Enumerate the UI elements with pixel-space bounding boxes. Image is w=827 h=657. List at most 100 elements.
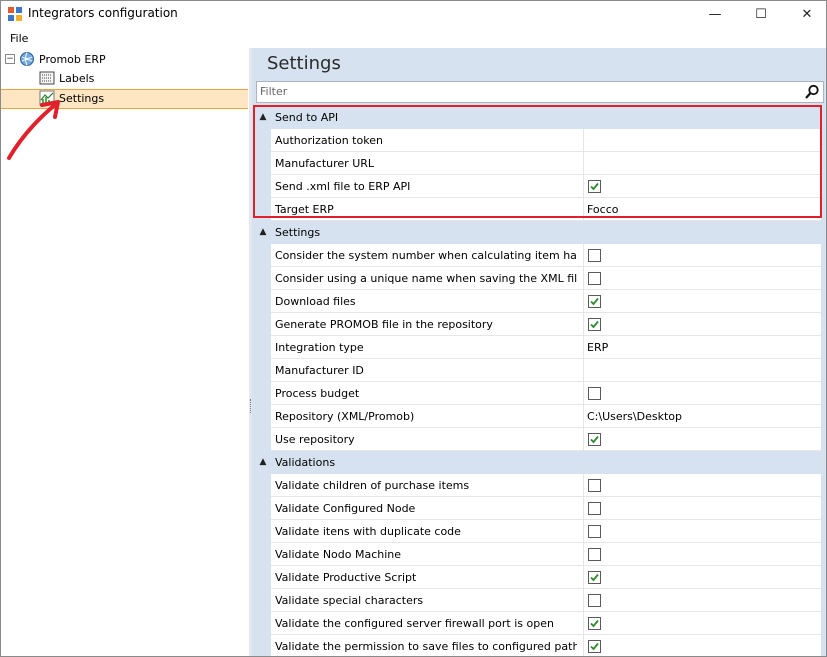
property-checkbox[interactable] <box>588 571 601 584</box>
column-divider <box>583 129 584 151</box>
property-name: Validate children of purchase items <box>275 479 470 492</box>
close-button[interactable]: ✕ <box>784 1 826 27</box>
property-checkbox[interactable] <box>588 479 601 492</box>
column-divider <box>583 336 584 358</box>
checkmark-icon <box>590 619 599 628</box>
property-row[interactable]: Download files <box>271 290 821 313</box>
property-row[interactable]: Validate the configured server firewall … <box>271 612 821 635</box>
property-row[interactable]: Consider the system number when calculat… <box>271 244 821 267</box>
window-title: Integrators configuration <box>28 6 178 20</box>
search-icon[interactable] <box>804 84 820 100</box>
property-row[interactable]: Validate Configured Node <box>271 497 821 520</box>
property-checkbox[interactable] <box>588 318 601 331</box>
property-name: Consider the system number when calculat… <box>275 249 577 262</box>
property-row[interactable]: Consider using a unique name when saving… <box>271 267 821 290</box>
category-header[interactable]: ▲ Send to API <box>252 106 826 129</box>
property-name: Validate itens with duplicate code <box>275 525 461 538</box>
column-divider <box>583 589 584 611</box>
property-checkbox[interactable] <box>588 640 601 653</box>
category-header[interactable]: ▲ Settings <box>252 221 826 244</box>
property-row[interactable]: Target ERP Focco <box>271 198 821 221</box>
collapse-expander-icon[interactable]: − <box>5 54 15 64</box>
property-name: Manufacturer URL <box>275 157 375 170</box>
tree-item-promob-erp[interactable]: Promob ERP <box>19 50 106 68</box>
property-row[interactable]: Validate itens with duplicate code <box>271 520 821 543</box>
property-checkbox[interactable] <box>588 295 601 308</box>
property-checkbox[interactable] <box>588 249 601 262</box>
checkmark-icon <box>590 320 599 329</box>
column-divider <box>583 152 584 174</box>
column-divider <box>583 405 584 427</box>
property-name: Process budget <box>275 387 360 400</box>
property-row[interactable]: Manufacturer URL <box>271 152 821 175</box>
property-checkbox[interactable] <box>588 433 601 446</box>
column-divider <box>583 175 584 197</box>
menu-file[interactable]: File <box>10 32 28 45</box>
column-divider <box>583 267 584 289</box>
property-name: Use repository <box>275 433 355 446</box>
collapse-chevron-icon[interactable]: ▲ <box>257 110 269 124</box>
property-checkbox[interactable] <box>588 617 601 630</box>
property-name: Authorization token <box>275 134 383 147</box>
checkmark-icon <box>590 297 599 306</box>
property-row[interactable]: Use repository <box>271 428 821 451</box>
property-checkbox[interactable] <box>588 502 601 515</box>
menu-bar: File <box>1 28 826 48</box>
category-label: Validations <box>275 456 336 469</box>
property-checkbox[interactable] <box>588 387 601 400</box>
minimize-button[interactable]: — <box>692 1 738 27</box>
filter-input[interactable] <box>260 83 800 99</box>
tree-item-labels[interactable]: Labels <box>39 69 94 87</box>
column-divider <box>583 635 584 656</box>
property-row[interactable]: Validate special characters <box>271 589 821 612</box>
column-divider <box>583 313 584 335</box>
maximize-button[interactable]: ☐ <box>738 1 784 27</box>
property-name: Validate Productive Script <box>275 571 417 584</box>
checkmark-icon <box>590 642 599 651</box>
property-value[interactable]: Focco <box>587 203 619 216</box>
property-value[interactable]: ERP <box>587 341 608 354</box>
property-row[interactable]: Validate Nodo Machine <box>271 543 821 566</box>
checkmark-icon <box>590 573 599 582</box>
property-name: Manufacturer ID <box>275 364 364 377</box>
property-value[interactable]: C:\Users\Desktop <box>587 410 682 423</box>
property-row[interactable]: Validate Productive Script <box>271 566 821 589</box>
category-header[interactable]: ▲ Validations <box>252 451 826 474</box>
category-label: Settings <box>275 226 321 239</box>
page-title: Settings <box>267 53 341 74</box>
property-row[interactable]: Validate children of purchase items <box>271 474 821 497</box>
property-checkbox[interactable] <box>588 272 601 285</box>
property-checkbox[interactable] <box>588 180 601 193</box>
column-divider <box>583 497 584 519</box>
chart-icon <box>39 90 55 106</box>
column-divider <box>583 520 584 542</box>
property-name: Validate Configured Node <box>275 502 416 515</box>
property-checkbox[interactable] <box>588 594 601 607</box>
property-row[interactable]: Authorization token <box>271 129 821 152</box>
property-checkbox[interactable] <box>588 548 601 561</box>
property-row[interactable]: Integration type ERP <box>271 336 821 359</box>
property-name: Repository (XML/Promob) <box>275 410 415 423</box>
property-row[interactable]: Generate PROMOB file in the repository <box>271 313 821 336</box>
settings-pane: Settings ▲ Send to API Authorization token… <box>252 48 826 656</box>
column-divider <box>583 198 584 220</box>
tree-item-settings[interactable]: Settings <box>39 89 104 107</box>
labels-icon <box>39 71 55 85</box>
tree-item-label: Promob ERP <box>39 52 106 66</box>
column-divider <box>583 428 584 450</box>
minimize-icon: — <box>708 6 722 22</box>
close-icon: ✕ <box>801 6 813 22</box>
collapse-chevron-icon[interactable]: ▲ <box>257 455 269 469</box>
collapse-chevron-icon[interactable]: ▲ <box>257 225 269 239</box>
property-row[interactable]: Manufacturer ID <box>271 359 821 382</box>
property-row[interactable]: Validate the permission to save files to… <box>271 635 821 656</box>
property-row[interactable]: Send .xml file to ERP API <box>271 175 821 198</box>
column-divider <box>583 290 584 312</box>
property-row[interactable]: Repository (XML/Promob) C:\Users\Desktop <box>271 405 821 428</box>
column-divider <box>583 612 584 634</box>
property-checkbox[interactable] <box>588 525 601 538</box>
tree-item-label: Settings <box>59 91 105 105</box>
property-row[interactable]: Process budget <box>271 382 821 405</box>
checkmark-icon <box>590 182 599 191</box>
globe-icon <box>20 52 34 66</box>
